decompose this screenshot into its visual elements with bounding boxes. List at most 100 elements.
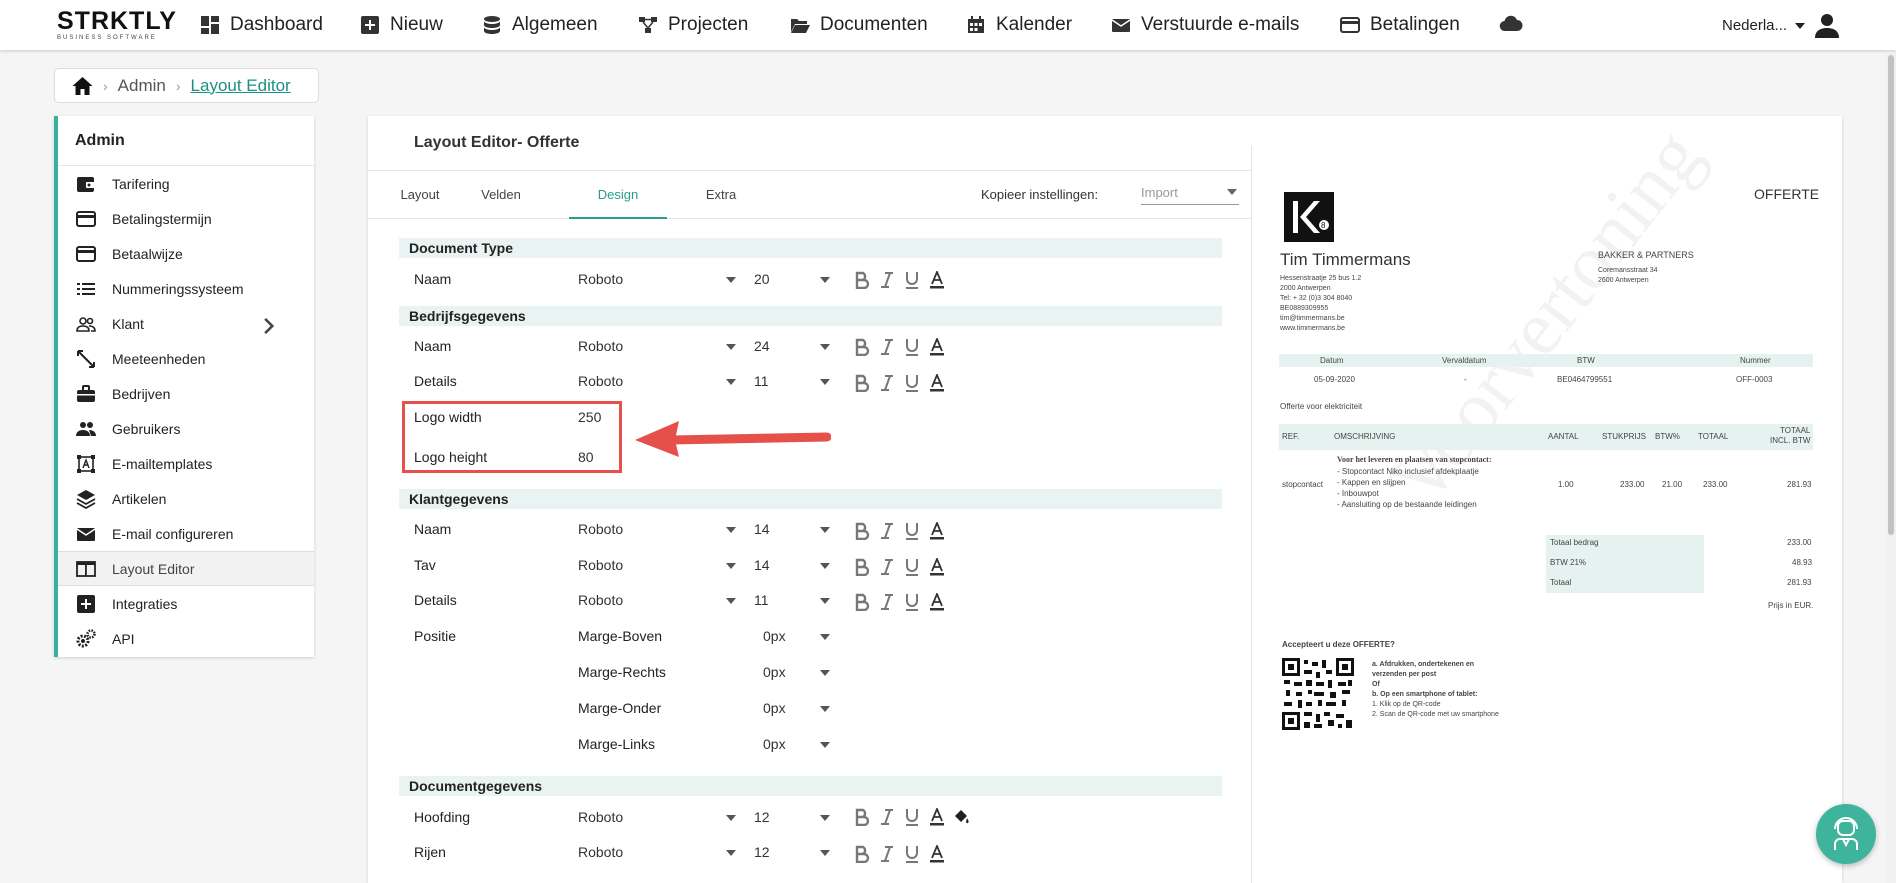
nav-verstuurde-emails[interactable]: Verstuurde e-mails xyxy=(1111,14,1299,36)
size-select[interactable]: 24 xyxy=(754,338,830,358)
svg-text:8: 8 xyxy=(1321,221,1326,230)
fill-color-icon[interactable] xyxy=(954,808,970,826)
margin-top-select[interactable]: 0px xyxy=(763,628,830,648)
size-select[interactable]: 12 xyxy=(754,844,830,864)
support-chat-button[interactable] xyxy=(1816,804,1876,864)
sidebar-item-klant[interactable]: Klant xyxy=(58,306,314,341)
sidebar-item-betaalwijze[interactable]: Betaalwijze xyxy=(58,236,314,271)
italic-icon[interactable] xyxy=(879,845,895,863)
tab-design[interactable]: Design xyxy=(569,171,667,219)
tab-velden[interactable]: Velden xyxy=(460,171,542,219)
home-icon[interactable] xyxy=(72,76,93,96)
font-select[interactable]: Roboto xyxy=(578,521,736,541)
sidebar-item-e-mailtemplates[interactable]: E-mailtemplates xyxy=(58,446,314,481)
folder-open-icon xyxy=(791,19,810,33)
italic-icon[interactable] xyxy=(879,374,895,392)
sidebar-item-nummeringssysteem[interactable]: Nummeringssysteem xyxy=(58,271,314,306)
underline-icon[interactable] xyxy=(904,374,920,392)
nav-documenten[interactable]: Documenten xyxy=(790,14,928,36)
bold-icon[interactable] xyxy=(854,338,870,356)
sidebar-item-layout-editor[interactable]: Layout Editor xyxy=(58,551,314,586)
font-select[interactable]: Roboto xyxy=(578,373,736,393)
sidebar-item-betalingstermijn[interactable]: Betalingstermijn xyxy=(58,201,314,236)
text-color-icon[interactable] xyxy=(929,522,945,540)
italic-icon[interactable] xyxy=(879,808,895,826)
layers-icon xyxy=(76,489,96,509)
nav-dashboard[interactable]: Dashboard xyxy=(200,14,323,36)
user-icon[interactable] xyxy=(1814,12,1840,38)
margin-bottom-select[interactable]: 0px xyxy=(763,700,830,720)
sidebar-item-bedrijven[interactable]: Bedrijven xyxy=(58,376,314,411)
underline-icon[interactable] xyxy=(904,522,920,540)
margin-left-label: Marge-Links xyxy=(578,736,656,752)
underline-icon[interactable] xyxy=(904,808,920,826)
text-color-icon[interactable] xyxy=(929,338,945,356)
tab-layout[interactable]: Layout xyxy=(380,171,460,219)
logo-height-input[interactable]: 80 xyxy=(578,449,618,469)
underline-icon[interactable] xyxy=(904,845,920,863)
size-select[interactable]: 14 xyxy=(754,521,830,541)
nav-betalingen[interactable]: Betalingen xyxy=(1340,14,1460,36)
preview-accept-lines: a. Afdrukken, ondertekenen en verzenden … xyxy=(1372,660,1499,720)
font-value: Roboto xyxy=(578,809,624,825)
sidebar-item-artikelen[interactable]: Artikelen xyxy=(58,481,314,516)
bold-icon[interactable] xyxy=(854,808,870,826)
italic-icon[interactable] xyxy=(879,593,895,611)
underline-icon[interactable] xyxy=(904,593,920,611)
font-select[interactable]: Roboto xyxy=(578,338,736,358)
scrollbar-thumb[interactable] xyxy=(1888,55,1894,535)
font-select[interactable]: Roboto xyxy=(578,271,736,291)
font-select[interactable]: Roboto xyxy=(578,844,736,864)
size-select[interactable]: 11 xyxy=(754,592,830,612)
qr-code-icon[interactable] xyxy=(1282,658,1354,730)
breadcrumb-current[interactable]: Layout Editor xyxy=(191,76,291,96)
italic-icon[interactable] xyxy=(879,558,895,576)
breadcrumb-admin[interactable]: Admin xyxy=(118,76,166,96)
font-select[interactable]: Roboto xyxy=(578,809,736,829)
sidebar-item-label: E-mail configureren xyxy=(112,525,234,542)
sidebar-item-meeteenheden[interactable]: Meeteenheden xyxy=(58,341,314,376)
bold-icon[interactable] xyxy=(854,271,870,289)
text-color-icon[interactable] xyxy=(929,374,945,392)
tab-extra[interactable]: Extra xyxy=(680,171,762,219)
bold-icon[interactable] xyxy=(854,558,870,576)
bold-icon[interactable] xyxy=(854,522,870,540)
sitemap-icon xyxy=(639,17,657,33)
text-color-icon[interactable] xyxy=(929,845,945,863)
size-select[interactable]: 12 xyxy=(754,809,830,829)
nav-cloud[interactable] xyxy=(1499,14,1523,34)
sidebar-item-api[interactable]: API xyxy=(58,621,314,656)
logo-width-input[interactable]: 250 xyxy=(578,409,618,429)
underline-icon[interactable] xyxy=(904,338,920,356)
sidebar-item-integraties[interactable]: Integraties xyxy=(58,586,314,621)
brand-logo[interactable]: STRKTLY BUSINESS SOFTWARE xyxy=(57,9,177,42)
font-select[interactable]: Roboto xyxy=(578,557,736,577)
margin-right-select[interactable]: 0px xyxy=(763,664,830,684)
text-color-icon[interactable] xyxy=(929,558,945,576)
size-select[interactable]: 20 xyxy=(754,271,830,291)
nav-kalender[interactable]: Kalender xyxy=(966,14,1072,36)
nav-algemeen[interactable]: Algemeen xyxy=(482,14,598,36)
nav-nieuw[interactable]: Nieuw xyxy=(360,14,443,36)
sidebar-item-e-mail-configureren[interactable]: E-mail configureren xyxy=(58,516,314,551)
italic-icon[interactable] xyxy=(879,271,895,289)
import-select[interactable]: Import xyxy=(1141,181,1239,205)
text-color-icon[interactable] xyxy=(929,271,945,289)
size-select[interactable]: 14 xyxy=(754,557,830,577)
margin-left-select[interactable]: 0px xyxy=(763,736,830,756)
bold-icon[interactable] xyxy=(854,593,870,611)
language-select[interactable]: Nederla... xyxy=(1722,17,1806,34)
text-color-icon[interactable] xyxy=(929,808,945,826)
italic-icon[interactable] xyxy=(879,522,895,540)
sidebar-item-tarifering[interactable]: Tarifering xyxy=(58,166,314,201)
nav-projecten[interactable]: Projecten xyxy=(638,14,748,36)
sidebar-item-gebruikers[interactable]: Gebruikers xyxy=(58,411,314,446)
underline-icon[interactable] xyxy=(904,271,920,289)
italic-icon[interactable] xyxy=(879,338,895,356)
font-select[interactable]: Roboto xyxy=(578,592,736,612)
bold-icon[interactable] xyxy=(854,374,870,392)
size-select[interactable]: 11 xyxy=(754,373,830,393)
underline-icon[interactable] xyxy=(904,558,920,576)
bold-icon[interactable] xyxy=(854,845,870,863)
text-color-icon[interactable] xyxy=(929,593,945,611)
